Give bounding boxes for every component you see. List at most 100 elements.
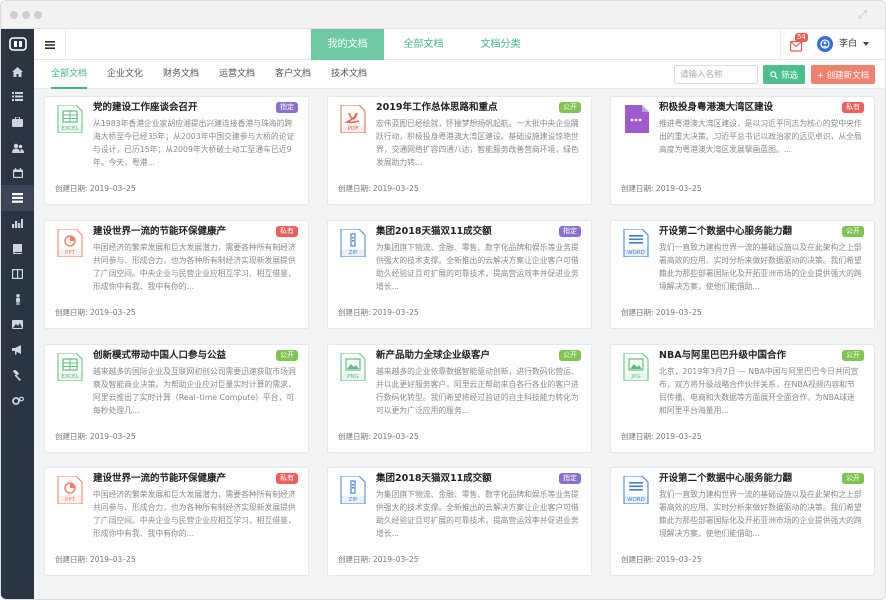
menu-toggle-icon[interactable] bbox=[34, 29, 66, 60]
card-date-value: 2019–03–25 bbox=[89, 432, 136, 441]
card-title[interactable]: 集团2018天猫双11成交额 bbox=[376, 472, 551, 486]
visibility-badge: 指定 bbox=[276, 102, 298, 113]
hammer-icon[interactable] bbox=[1, 363, 34, 388]
visibility-badge: 公开 bbox=[842, 350, 864, 361]
window-minimize-dot[interactable] bbox=[22, 11, 30, 19]
person-icon[interactable] bbox=[1, 287, 34, 312]
card-title[interactable]: 积极投身粤港澳大湾区建设 bbox=[659, 101, 834, 115]
filter-tab-all[interactable]: 全部文档 bbox=[51, 60, 88, 89]
card-title[interactable]: 建设世界一流的节能环保健康产 bbox=[93, 225, 268, 239]
card-date-label: 创建日期: bbox=[338, 184, 371, 193]
search-input[interactable] bbox=[674, 65, 758, 84]
card-date-label: 创建日期: bbox=[621, 432, 654, 441]
image-icon[interactable] bbox=[1, 312, 34, 337]
document-card[interactable]: EXCEL 创新模式带动中国人口参与公益 公开 越来越多的国际企业及互联网初创公司需要… bbox=[44, 344, 309, 453]
card-description: 北京，2019年3月7日 — NBA中国与阿里巴巴今日共同宣布，双方将升级战略合… bbox=[659, 367, 859, 415]
card-date-value: 2019–03–25 bbox=[655, 432, 702, 441]
card-title[interactable]: 开设第二个数据中心服务能力翻 bbox=[659, 225, 834, 239]
file-excel-icon: EXCEL bbox=[57, 104, 83, 134]
document-card[interactable]: WORD 开设第二个数据中心服务能力翻 公开 我们一直致力建构世界一流的基础设施以及在… bbox=[610, 467, 875, 576]
document-card[interactable]: 积极投身粤港澳大湾区建设 私有 推进粤港澳大湾区建设，是以习近平同志为核心的党中央作… bbox=[610, 96, 875, 205]
user-name[interactable]: 李白 bbox=[839, 29, 857, 60]
app-window: ⤢ 我的文档 全部文档 文档分类 54 李白 全部文档 企业文化 财务文档 运营… bbox=[0, 0, 886, 600]
visibility-badge: 私有 bbox=[842, 102, 864, 113]
document-card[interactable]: EXCEL 党的建设工作座谈会召开 指定从1983年香港企业家胡应湘提出兴建连接香港… bbox=[44, 96, 309, 205]
users-icon[interactable] bbox=[1, 135, 34, 160]
file-pdf-icon: PDF bbox=[340, 104, 366, 134]
document-card[interactable]: PNG 新产品助力全球企业级客户 公开 越来越多的企业依靠数据智能驱动创新，进行数码化… bbox=[327, 344, 592, 453]
card-date-value: 2019–03–25 bbox=[372, 184, 419, 193]
card-date-value: 2019–03–25 bbox=[89, 308, 136, 317]
filter-tab-customer[interactable]: 客户文档 bbox=[275, 60, 311, 89]
filter-bar: 全部文档 企业文化 财务文档 运营文档 客户文档 技术文档 筛选 + 创建新文档 bbox=[34, 60, 885, 89]
megaphone-icon[interactable] bbox=[1, 337, 34, 362]
filter-button[interactable]: 筛选 bbox=[763, 65, 805, 84]
document-card[interactable]: JPG NBA与阿里巴巴升级中国合作 公开北京，2019年3月7日 — NBA中国与… bbox=[610, 344, 875, 453]
card-date-label: 创建日期: bbox=[55, 308, 88, 317]
book-icon[interactable] bbox=[1, 236, 34, 261]
card-date-label: 创建日期: bbox=[621, 555, 654, 564]
briefcase-icon[interactable] bbox=[1, 110, 34, 135]
document-card[interactable]: ZIP 集团2018天猫双11成交额 指定 为集团旗下物流、金融、零售、数字化品牌和娱… bbox=[327, 220, 592, 329]
create-document-button[interactable]: + 创建新文档 bbox=[811, 65, 875, 84]
card-date-value: 2019–03–25 bbox=[655, 308, 702, 317]
app-logo-icon[interactable] bbox=[1, 29, 34, 59]
tab-all-documents[interactable]: 全部文档 bbox=[390, 29, 457, 60]
calendar-icon[interactable] bbox=[1, 160, 34, 185]
settings-icon[interactable] bbox=[1, 388, 34, 413]
file-type-label: PPT bbox=[65, 250, 75, 256]
file-type-label: PPT bbox=[65, 497, 75, 503]
file-type-label: ZIP bbox=[348, 250, 358, 256]
card-title[interactable]: 创新模式带动中国人口参与公益 bbox=[93, 349, 268, 363]
filter-tab-culture[interactable]: 企业文化 bbox=[107, 60, 143, 89]
chart-icon[interactable] bbox=[1, 211, 34, 236]
tab-my-documents[interactable]: 我的文档 bbox=[311, 29, 384, 60]
fullscreen-icon[interactable]: ⤢ bbox=[858, 9, 869, 20]
card-date-label: 创建日期: bbox=[55, 184, 88, 193]
card-date: 创建日期: 2019–03–25 bbox=[621, 183, 702, 194]
file-png-icon: PNG bbox=[340, 352, 366, 382]
avatar[interactable] bbox=[817, 36, 833, 52]
file-jpg-icon: JPG bbox=[623, 352, 649, 382]
card-date-label: 创建日期: bbox=[338, 555, 371, 564]
filter-tab-operations[interactable]: 运营文档 bbox=[219, 60, 255, 89]
list-icon[interactable] bbox=[1, 84, 34, 109]
window-close-dot[interactable] bbox=[10, 11, 18, 19]
document-card[interactable]: WORD 开设第二个数据中心服务能力翻 公开 我们一直致力建构世界一流的基础设施以及在… bbox=[610, 220, 875, 329]
document-card[interactable]: ZIP 集团2018天猫双11成交额 指定 为集团旗下物流、金融、零售、数字化品牌和娱… bbox=[327, 467, 592, 576]
card-title[interactable]: 开设第二个数据中心服务能力翻 bbox=[659, 472, 834, 486]
card-title[interactable]: 集团2018天猫双11成交额 bbox=[376, 225, 551, 239]
visibility-badge: 指定 bbox=[559, 473, 581, 484]
document-card[interactable]: PDF 2019年工作总体思路和重点 公开 宏伟蓝图已经绘就，怀揣梦想扬帆起航。一大批… bbox=[327, 96, 592, 205]
document-card[interactable]: PPT 建设世界一流的节能环保健康产 私有 中国经济的繁荣发展和巨大发展潜力，需要各种… bbox=[44, 220, 309, 329]
card-title[interactable]: 建设世界一流的节能环保健康产 bbox=[93, 472, 268, 486]
chevron-down-icon[interactable] bbox=[863, 42, 869, 46]
notification-count-badge: 54 bbox=[795, 33, 808, 42]
filter-button-label: 筛选 bbox=[780, 70, 798, 81]
card-title[interactable]: NBA与阿里巴巴升级中国合作 bbox=[659, 349, 834, 363]
card-date: 创建日期: 2019–03–25 bbox=[621, 431, 702, 442]
documents-icon[interactable] bbox=[1, 185, 34, 211]
visibility-badge: 公开 bbox=[842, 226, 864, 237]
visibility-badge: 私有 bbox=[276, 473, 298, 484]
home-icon[interactable] bbox=[1, 59, 34, 84]
tab-document-categories[interactable]: 文档分类 bbox=[467, 29, 534, 60]
card-description: 从1983年香港企业家胡应湘提出兴建连接香港与珠海的跨海大桥至今已经35年；从2… bbox=[93, 119, 295, 167]
window-zoom-dot[interactable] bbox=[34, 11, 42, 19]
file-type-label: EXCEL bbox=[61, 374, 79, 380]
filter-tab-technical[interactable]: 技术文档 bbox=[331, 60, 367, 89]
visibility-badge: 公开 bbox=[842, 473, 864, 484]
card-date-label: 创建日期: bbox=[338, 432, 371, 441]
card-date: 创建日期: 2019–03–25 bbox=[621, 307, 702, 318]
layout-icon[interactable] bbox=[1, 261, 34, 286]
file-word-icon: WORD bbox=[623, 228, 649, 258]
card-title[interactable]: 新产品助力全球企业级客户 bbox=[376, 349, 551, 363]
card-date-label: 创建日期: bbox=[621, 184, 654, 193]
file-type-label: WORD bbox=[627, 250, 645, 256]
filter-tab-finance[interactable]: 财务文档 bbox=[163, 60, 199, 89]
search-icon bbox=[770, 70, 778, 79]
card-title[interactable]: 党的建设工作座谈会召开 bbox=[93, 101, 268, 115]
card-title[interactable]: 2019年工作总体思路和重点 bbox=[376, 101, 551, 115]
document-card[interactable]: PPT 建设世界一流的节能环保健康产 私有 中国经济的繁荣发展和巨大发展潜力，需要各种… bbox=[44, 467, 309, 576]
visibility-badge: 指定 bbox=[559, 226, 581, 237]
